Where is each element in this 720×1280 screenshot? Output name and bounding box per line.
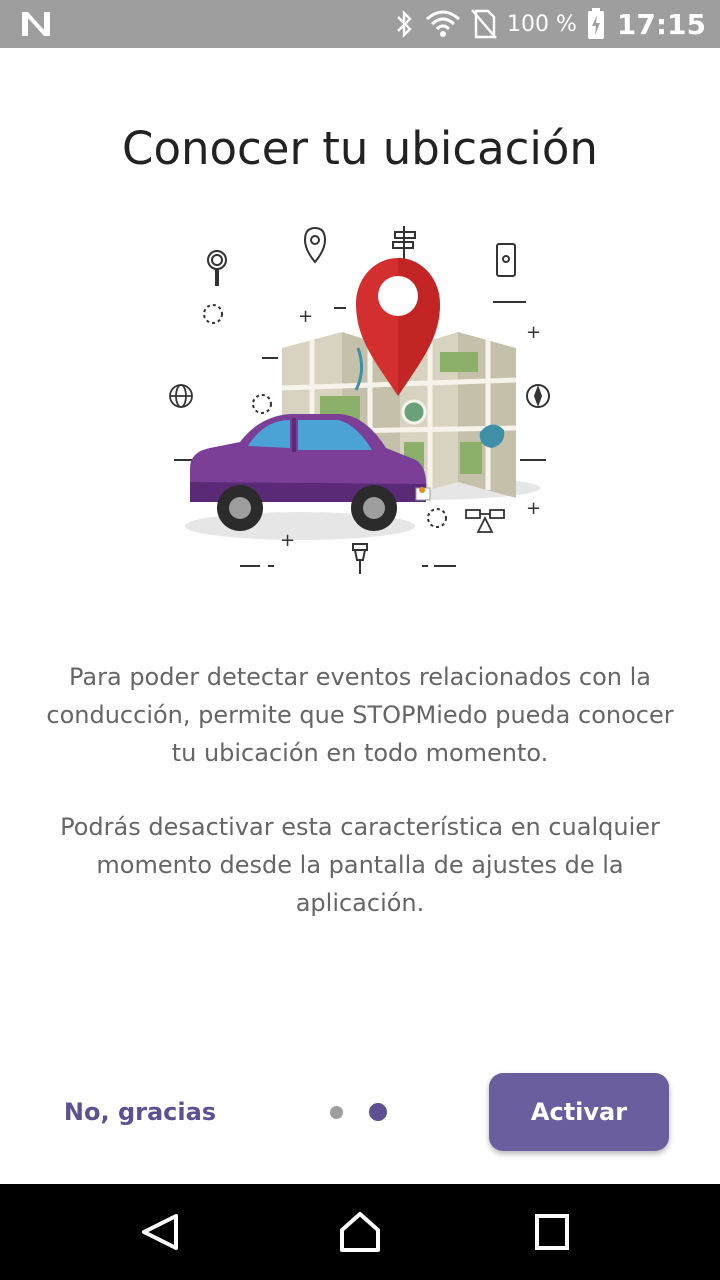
- map-marker-outline-icon: [303, 226, 327, 264]
- no-sim-icon: [471, 9, 497, 39]
- recents-icon[interactable]: [524, 1208, 580, 1256]
- location-illustration: + + + +: [169, 226, 550, 574]
- page-title: Conocer tu ubicación: [122, 122, 598, 175]
- svg-text:+: +: [526, 322, 541, 343]
- n-logo-icon: [22, 12, 50, 36]
- page-indicator: [330, 1103, 387, 1121]
- page-dot-2-active: [369, 1103, 387, 1121]
- navigation-bar: [0, 1184, 720, 1280]
- battery-charging-icon: [587, 8, 604, 39]
- signpost-icon: [392, 226, 416, 262]
- globe-icon: [169, 384, 193, 408]
- compass-icon: [526, 384, 550, 408]
- clock-time: 17:15: [616, 7, 706, 41]
- wifi-icon: [425, 10, 460, 37]
- activate-button[interactable]: Activar: [489, 1073, 669, 1151]
- svg-text:+: +: [298, 306, 313, 327]
- back-icon[interactable]: [132, 1208, 188, 1256]
- status-bar: 100 % 17:15: [0, 0, 720, 48]
- pushpin-icon: [352, 543, 368, 574]
- battery-percent: 100 %: [506, 11, 577, 37]
- page-dot-1: [330, 1105, 343, 1119]
- home-icon[interactable]: [332, 1208, 388, 1256]
- svg-text:+: +: [526, 498, 541, 519]
- satellite-icon: [465, 509, 505, 533]
- magnifier-icon: [207, 250, 227, 286]
- phone-location-icon: [496, 243, 516, 277]
- description-paragraph-2: Podrás desactivar esta característica en…: [60, 813, 660, 917]
- svg-text:+: +: [280, 530, 295, 551]
- bluetooth-icon: [397, 10, 412, 38]
- description-paragraph-1: Para poder detectar eventos relacionados…: [46, 663, 674, 767]
- decline-button[interactable]: No, gracias: [50, 1086, 230, 1138]
